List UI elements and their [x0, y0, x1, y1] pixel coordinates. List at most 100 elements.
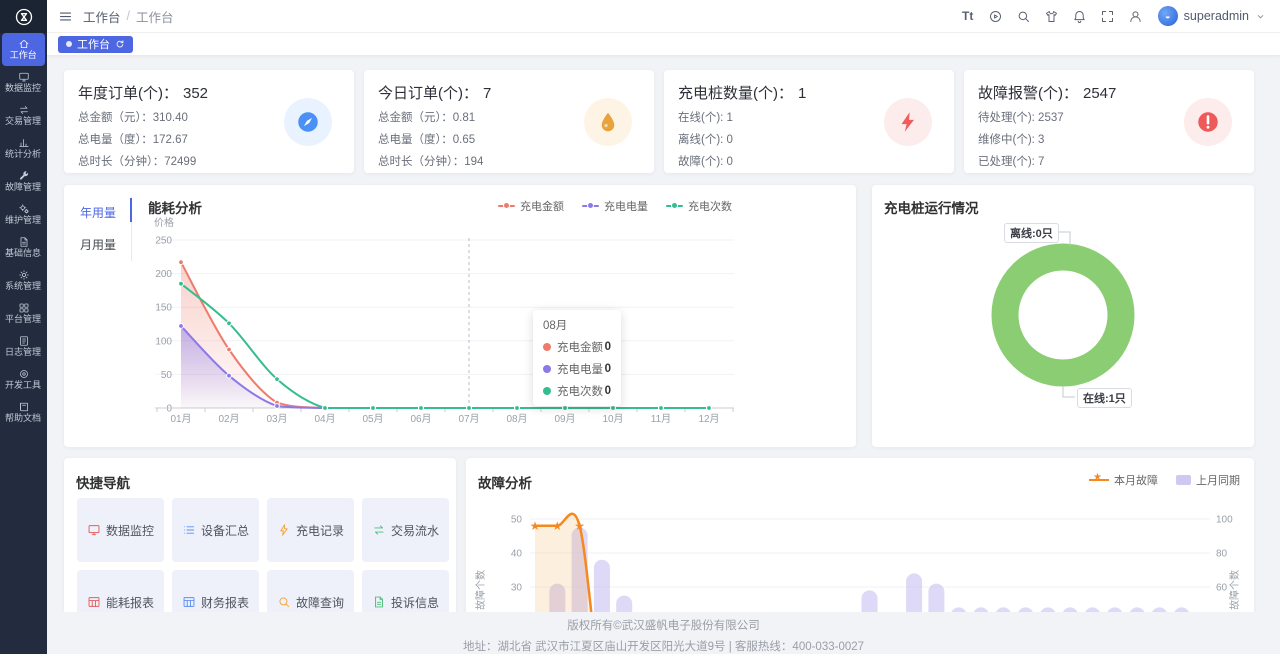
quicknav-设备汇总[interactable]: 设备汇总 [172, 498, 259, 562]
document-icon [18, 236, 30, 248]
svg-text:50: 50 [161, 370, 173, 381]
quicknav-label: 交易流水 [391, 522, 439, 539]
font-size-glyph: Tt [962, 9, 973, 23]
svg-text:12月: 12月 [698, 413, 719, 425]
gears-icon [18, 203, 30, 215]
svg-text:05月: 05月 [362, 413, 383, 425]
copyright-line: 版权所有©武汉盛帆电子股份有限公司 [47, 617, 1280, 633]
quicknav-充电记录[interactable]: 充电记录 [267, 498, 354, 562]
theme-icon[interactable] [1040, 4, 1064, 28]
tab-refresh-icon[interactable] [115, 39, 125, 49]
sidebar-item-label: 工作台 [10, 51, 37, 61]
sidebar-menu: 工作台数据监控交易管理统计分析故障管理维护管理基础信息系统管理平台管理日志管理开… [0, 33, 47, 429]
legend-item-充电次数[interactable]: 充电次数 [666, 198, 732, 214]
sidebar-item-帮助文档[interactable]: 帮助文档 [2, 396, 45, 429]
search-icon [1016, 9, 1031, 24]
tab-year-usage[interactable]: 年用量 [80, 204, 128, 221]
sidebar-item-交易管理[interactable]: 交易管理 [2, 99, 45, 132]
quicknav-数据监控[interactable]: 数据监控 [77, 498, 164, 562]
svg-text:★: ★ [530, 519, 541, 533]
transfer-icon [372, 523, 386, 537]
sidebar-item-label: 开发工具 [5, 381, 41, 391]
user-menu[interactable]: ◒ superadmin [1158, 6, 1266, 26]
avatar: ◒ [1158, 6, 1178, 26]
legend-label: 充电金额 [520, 198, 564, 214]
sidebar-item-故障管理[interactable]: 故障管理 [2, 165, 45, 198]
app-logo[interactable] [0, 0, 47, 33]
header-actions: Tt ◒ superadmin [956, 4, 1280, 28]
menu-collapse-icon[interactable] [58, 9, 73, 24]
fullscreen-icon[interactable] [1096, 4, 1120, 28]
breadcrumb-item[interactable]: 工作台 [83, 7, 121, 26]
breadcrumb-item-current: 工作台 [136, 7, 174, 26]
legend-marker [498, 202, 515, 210]
tooltip-series-value: 0 [605, 341, 611, 353]
notification-icon[interactable] [1068, 4, 1092, 28]
svg-text:02月: 02月 [218, 413, 239, 425]
sidebar-item-label: 交易管理 [5, 117, 41, 127]
table-icon [182, 595, 196, 609]
sidebar-item-维护管理[interactable]: 维护管理 [2, 198, 45, 231]
svg-text:01月: 01月 [170, 413, 191, 425]
stat-card-2: 今日订单(个)：7总金额（元）：0.81总电量（度）：0.65总时长（分钟）：1… [364, 70, 654, 173]
sidebar-item-开发工具[interactable]: 开发工具 [2, 363, 45, 396]
stat-card-row: 总时长（分钟）：72499 [78, 153, 340, 169]
charger-status-panel: 充电桩运行情况 离线:0只 在线:1只 [872, 185, 1254, 447]
tab-active-indicator [130, 198, 132, 222]
svg-text:250: 250 [155, 236, 172, 247]
sidebar-item-平台管理[interactable]: 平台管理 [2, 297, 45, 330]
font-size-icon[interactable]: Tt [956, 4, 980, 28]
sidebar-item-工作台[interactable]: 工作台 [2, 33, 45, 66]
logo-hourglass-icon [14, 7, 34, 27]
quicknav-label: 数据监控 [106, 522, 154, 539]
sidebar-item-label: 统计分析 [5, 150, 41, 160]
svg-text:09月: 09月 [554, 413, 575, 425]
svg-text:故障个数: 故障个数 [1228, 570, 1241, 610]
header-icon-group: Tt [956, 4, 1148, 28]
sidebar-item-label: 基础信息 [5, 249, 41, 259]
sidebar-item-数据监控[interactable]: 数据监控 [2, 66, 45, 99]
compass-icon [295, 109, 321, 135]
sidebar-item-label: 系统管理 [5, 282, 41, 292]
refresh-circle-icon[interactable] [984, 4, 1008, 28]
tab-month-usage[interactable]: 月用量 [80, 236, 128, 253]
tab-bar: 工作台 [47, 33, 1280, 56]
tab-label: 工作台 [77, 36, 110, 52]
sidebar-item-日志管理[interactable]: 日志管理 [2, 330, 45, 363]
address-line: 地址：湖北省 武汉市江夏区庙山开发区阳光大道9号 | 客服热线：400-033-… [47, 638, 1280, 654]
bar-chart-icon [18, 137, 30, 149]
search-icon[interactable] [1012, 4, 1036, 28]
sidebar-item-基础信息[interactable]: 基础信息 [2, 231, 45, 264]
table-icon [87, 595, 101, 609]
legend-item-充电金额[interactable]: 充电金额 [498, 198, 564, 214]
sidebar-item-label: 帮助文档 [5, 414, 41, 424]
tooltip-series-value: 0 [605, 385, 611, 397]
legend-dot [587, 202, 594, 209]
tab-workbench[interactable]: 工作台 [58, 36, 133, 53]
sidebar-item-统计分析[interactable]: 统计分析 [2, 132, 45, 165]
search-icon [277, 595, 291, 609]
profile-icon[interactable] [1124, 4, 1148, 28]
svg-text:07月: 07月 [458, 413, 479, 425]
quicknav-label: 能耗报表 [106, 594, 154, 611]
stat-card-row: 故障(个): 0 [678, 153, 940, 169]
quicknav-交易流水[interactable]: 交易流水 [362, 498, 449, 562]
table-icon [87, 595, 101, 609]
quicknav-label: 投诉信息 [391, 594, 439, 611]
fullscreen-icon [1100, 9, 1115, 24]
bolt-icon [277, 523, 291, 537]
svg-text:200: 200 [155, 269, 172, 280]
svg-text:150: 150 [155, 303, 172, 314]
app-root: 工作台数据监控交易管理统计分析故障管理维护管理基础信息系统管理平台管理日志管理开… [0, 0, 1280, 654]
svg-text:60: 60 [1216, 583, 1228, 594]
donut-label-offline: 离线:0只 [1004, 223, 1059, 243]
svg-text:100: 100 [155, 336, 172, 347]
username: superadmin [1184, 9, 1249, 23]
tooltip-series-dot [543, 387, 551, 395]
quicknav-label: 财务报表 [201, 594, 249, 611]
legend-item-充电电量[interactable]: 充电电量 [582, 198, 648, 214]
quicknav-title: 快捷导航 [76, 472, 130, 492]
tooltip-title: 08月 [543, 317, 611, 333]
chevron-down-icon [1255, 11, 1266, 22]
sidebar-item-系统管理[interactable]: 系统管理 [2, 264, 45, 297]
